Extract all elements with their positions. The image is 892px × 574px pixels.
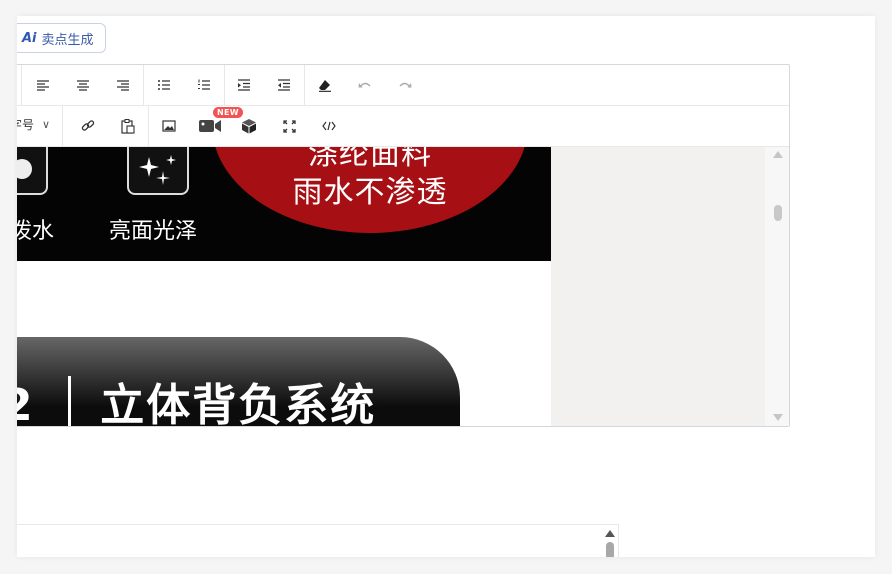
clear-format-icon[interactable]	[312, 73, 338, 97]
3d-box-icon[interactable]	[236, 114, 262, 138]
scrollbar-thumb[interactable]	[606, 542, 614, 557]
align-center-icon[interactable]	[70, 73, 96, 97]
redo-icon[interactable]	[392, 73, 418, 97]
editor-card: Ai 卖点生成 号 ∨ NEW 涤纶面料 雨水不渗透 水 亮面光泽 立体背负系统	[17, 16, 875, 557]
toolbar-separator	[148, 106, 149, 146]
ai-button-label: 卖点生成	[41, 32, 94, 48]
fullscreen-icon[interactable]	[276, 114, 302, 138]
toolbar-separator	[143, 65, 144, 105]
source-code-icon[interactable]	[316, 114, 342, 138]
sparkle-icon	[127, 147, 189, 195]
align-right-icon[interactable]	[110, 73, 136, 97]
link-icon[interactable]	[75, 114, 101, 138]
image-icon[interactable]	[156, 114, 182, 138]
banner-title: 立体背负系统	[100, 380, 377, 427]
editor-content[interactable]: 涤纶面料 雨水不渗透 泼水 亮面光泽 2 立体背负系统	[17, 147, 551, 427]
chevron-down-icon: ∨	[42, 118, 51, 131]
lower-scrollbar[interactable]	[602, 525, 618, 557]
align-left-icon[interactable]	[30, 73, 56, 97]
indent-icon[interactable]	[231, 73, 257, 97]
numbered-list-icon[interactable]	[191, 73, 217, 97]
font-size-dropdown[interactable]: 字号 ∨	[17, 116, 50, 133]
toolbar-separator	[224, 65, 225, 105]
editor-scrollbar[interactable]	[765, 147, 789, 426]
toolbar-row-1	[17, 65, 789, 106]
banner-number: 2	[17, 380, 35, 426]
feature-label-left: 泼水	[17, 219, 55, 244]
undo-icon[interactable]	[352, 73, 378, 97]
feature-image-dark: 涤纶面料 雨水不渗透 泼水 亮面光泽	[17, 147, 551, 261]
scrollbar-thumb[interactable]	[774, 205, 782, 221]
ai-selling-point-button[interactable]: Ai 卖点生成	[17, 23, 106, 53]
toolbar-separator	[304, 65, 305, 105]
feature-label-right: 亮面光泽	[109, 219, 198, 244]
paste-icon[interactable]	[115, 114, 141, 138]
toolbar-separator	[62, 106, 63, 146]
lower-text-area[interactable]	[17, 524, 619, 557]
scroll-up-arrow-icon[interactable]	[773, 151, 783, 158]
water-repellent-icon	[17, 147, 48, 195]
outdent-icon[interactable]	[271, 73, 297, 97]
toolbar-row-2: 字号 ∨ NEW	[17, 106, 789, 147]
rich-text-editor[interactable]: 字号 ∨ NEW	[17, 64, 790, 427]
scroll-up-arrow-icon[interactable]	[605, 530, 615, 537]
editor-side-panel	[551, 147, 765, 426]
ai-icon: Ai	[22, 30, 37, 46]
font-size-label: 字号	[17, 118, 35, 132]
section-banner-title: 2 立体背负系统	[17, 369, 377, 427]
toolbar-separator	[21, 65, 22, 105]
banner-divider	[67, 376, 71, 426]
scroll-down-arrow-icon[interactable]	[773, 414, 783, 421]
bullet-list-icon[interactable]	[151, 73, 177, 97]
circle-text-line-2: 雨水不渗透	[292, 175, 448, 210]
